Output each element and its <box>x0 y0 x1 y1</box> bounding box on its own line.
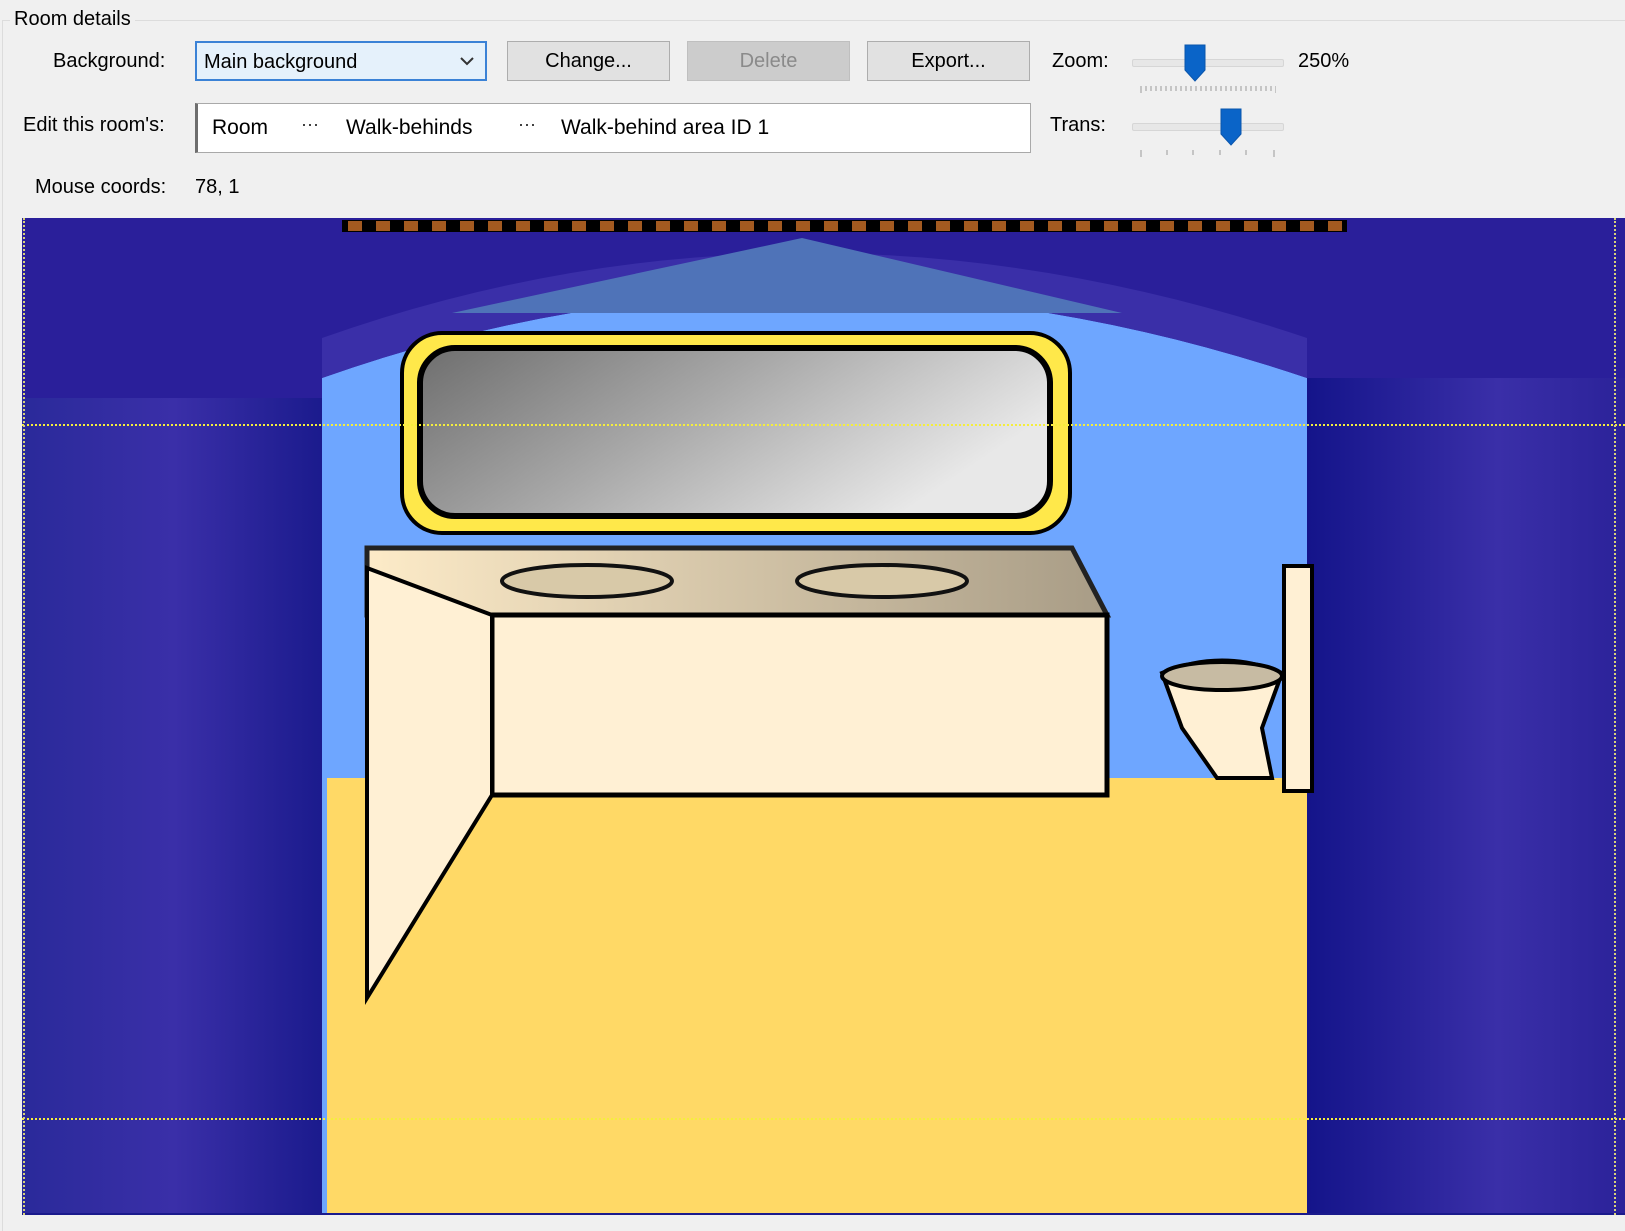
trans-slider-ticks <box>1140 150 1275 157</box>
zoom-slider-ticks <box>1140 86 1276 93</box>
breadcrumb-separator[interactable]: ··· <box>518 114 536 135</box>
mouse-coords-value: 78, 1 <box>195 176 240 198</box>
edit-room-label: Edit this room's: <box>23 114 165 136</box>
room-details-panel: Room details Background: Main background… <box>0 0 1625 1231</box>
mouse-coords-label: Mouse coords: <box>35 176 167 198</box>
trans-slider-thumb[interactable] <box>1220 108 1242 146</box>
zoom-slider-thumb[interactable] <box>1184 44 1206 82</box>
zoom-value: 250% <box>1298 50 1350 72</box>
room-background-image <box>22 218 1625 1215</box>
background-select-value: Main background <box>204 51 358 73</box>
background-select[interactable]: Main background <box>195 41 487 81</box>
trans-label: Trans: <box>1050 114 1106 136</box>
breadcrumb-walk-behind-area[interactable]: Walk-behind area ID 1 <box>561 116 769 140</box>
walk-behind-baseline-top <box>22 424 1625 426</box>
export-button[interactable]: Export... <box>867 41 1030 81</box>
zoom-label: Zoom: <box>1052 50 1109 72</box>
trans-slider-track <box>1132 123 1284 131</box>
room-canvas[interactable] <box>22 218 1625 1215</box>
breadcrumb: Room ··· Walk-behinds ··· Walk-behind ar… <box>195 103 1031 153</box>
breadcrumb-walk-behinds[interactable]: Walk-behinds <box>346 116 472 140</box>
breadcrumb-separator[interactable]: ··· <box>301 114 319 135</box>
room-edge-right <box>1614 218 1616 1215</box>
change-button[interactable]: Change... <box>507 41 670 81</box>
chevron-down-icon <box>460 57 474 66</box>
delete-button[interactable]: Delete <box>687 41 850 81</box>
zoom-slider-track <box>1132 59 1284 67</box>
walk-behind-baseline-bottom <box>22 1118 1625 1120</box>
group-title: Room details <box>10 8 135 31</box>
room-edge-left <box>23 218 25 1215</box>
breadcrumb-room[interactable]: Room <box>212 116 268 140</box>
background-label: Background: <box>53 50 166 72</box>
